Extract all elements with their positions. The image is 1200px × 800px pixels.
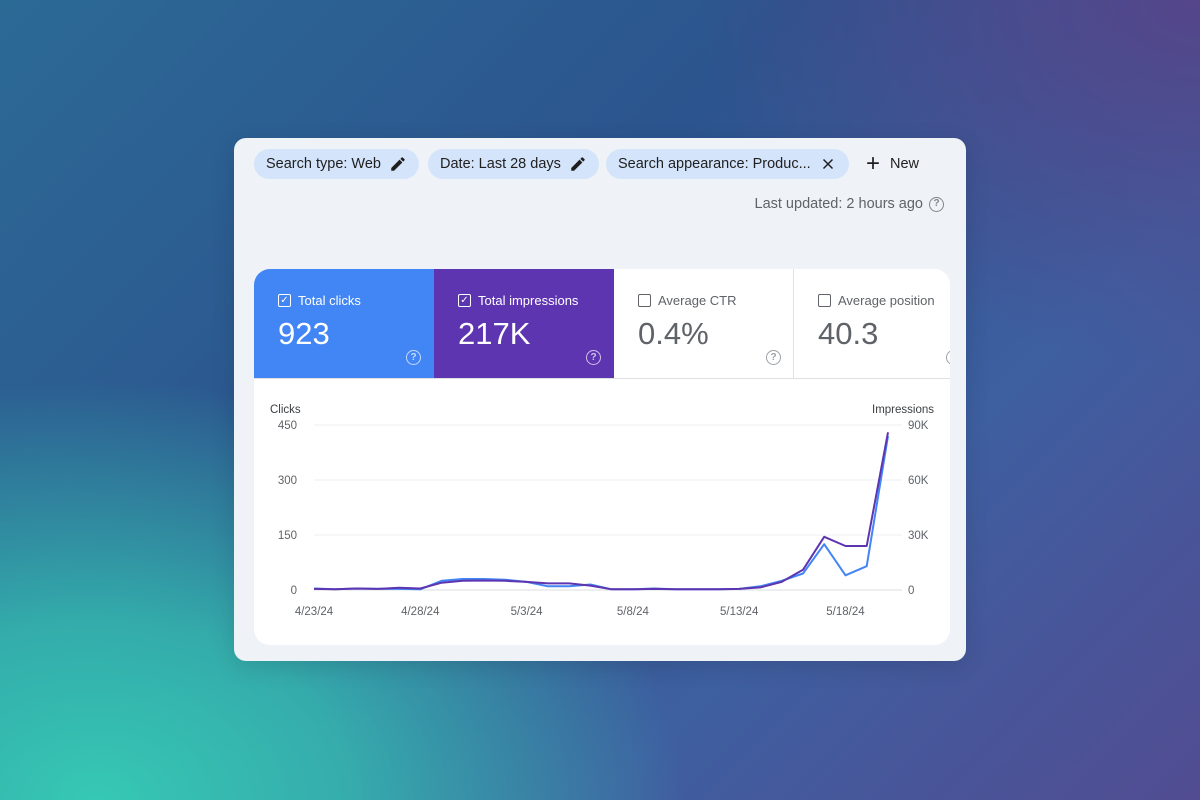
pencil-icon[interactable] [389,155,407,173]
help-icon[interactable]: ? [406,350,421,365]
help-icon[interactable]: ? [929,196,944,212]
help-icon[interactable]: ? [946,350,950,365]
metric-value: 217K [458,316,531,351]
performance-panel: Search type: Web Date: Last 28 days Sear… [234,138,966,661]
y-tick-left: 150 [278,530,297,542]
metric-label: Average CTR [658,293,737,308]
metric-total-clicks[interactable]: ✓ Total clicks 923 ? [254,269,434,378]
metric-label: Total impressions [478,293,579,308]
x-tick-label: 5/18/24 [826,606,865,618]
y-tick-right: 60K [908,475,929,487]
y-tick-left: 300 [278,475,297,487]
pencil-icon[interactable] [569,155,587,173]
y-tick-left: 450 [278,420,297,432]
help-icon[interactable]: ? [766,350,781,365]
filter-chip-search-type[interactable]: Search type: Web [254,149,419,179]
metric-average-position[interactable]: Average position 40.3 ? [794,269,950,378]
last-updated: Last updated: 2 hours ago ? [754,196,944,212]
metric-total-impressions[interactable]: ✓ Total impressions 217K ? [434,269,614,378]
y-tick-right: 30K [908,530,929,542]
metric-value: 923 [278,316,330,351]
metric-value: 40.3 [818,316,879,351]
y-axis-left-title: Clicks [270,404,301,416]
y-tick-left: 0 [291,585,297,597]
y-tick-right: 90K [908,420,929,432]
checkbox-checked-icon[interactable]: ✓ [278,294,291,307]
metric-tabs: ✓ Total clicks 923 ? ✓ Total impressions… [254,269,950,379]
metric-label: Average position [838,293,935,308]
y-axis-right-title: Impressions [872,404,934,416]
x-tick-label: 5/8/24 [617,606,650,618]
filter-chip-label: Search type: Web [266,156,381,172]
checkbox-unchecked-icon[interactable] [818,294,831,307]
metric-average-ctr[interactable]: Average CTR 0.4% ? [614,269,794,378]
metric-label: Total clicks [298,293,361,308]
x-tick-label: 4/28/24 [401,606,440,618]
series-line-total-clicks[interactable] [313,435,889,591]
last-updated-text: Last updated: 2 hours ago [754,196,924,212]
filter-chip-label: Search appearance: Produc... [618,156,811,172]
series-line-total-impressions[interactable] [313,432,889,591]
new-filter-label: New [890,156,920,172]
filter-chip-search-appearance[interactable]: Search appearance: Produc... [606,149,849,179]
new-filter-button[interactable]: + New [866,149,919,179]
help-icon[interactable]: ? [586,350,601,365]
metric-value: 0.4% [638,316,709,351]
performance-card: ✓ Total clicks 923 ? ✓ Total impressions… [254,269,950,645]
close-icon[interactable] [819,155,837,173]
y-tick-right: 0 [908,585,914,597]
checkbox-checked-icon[interactable]: ✓ [458,294,471,307]
filter-chip-label: Date: Last 28 days [440,156,561,172]
x-tick-label: 4/23/24 [295,606,334,618]
checkbox-unchecked-icon[interactable] [638,294,651,307]
plus-icon: + [866,150,881,177]
x-tick-label: 5/3/24 [511,606,544,618]
filter-chip-date[interactable]: Date: Last 28 days [428,149,599,179]
performance-chart: Clicks Impressions 450 300 150 0 90K 60K 30K 0… [270,404,934,618]
x-tick-label: 5/13/24 [720,606,759,618]
